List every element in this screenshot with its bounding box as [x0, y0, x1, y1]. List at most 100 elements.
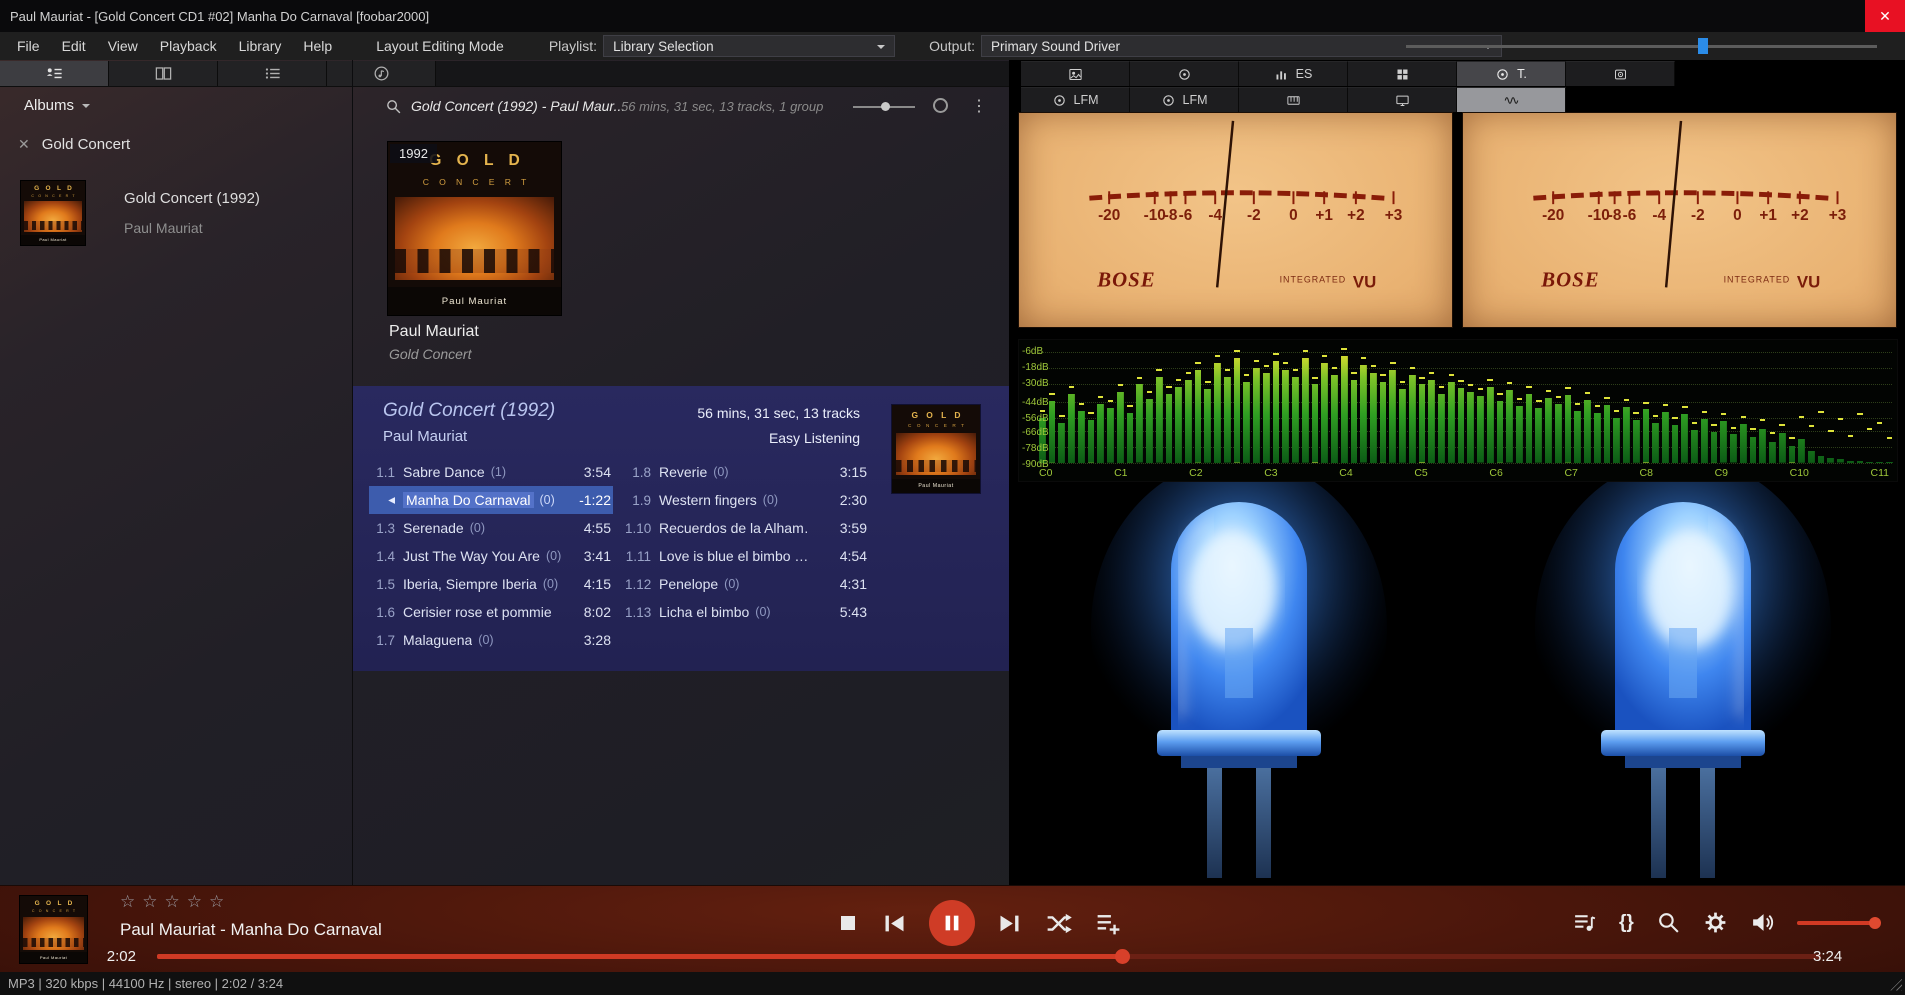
rating-star-2[interactable]: ☆ [142, 892, 164, 911]
search-button[interactable] [1656, 910, 1681, 935]
volume-slider[interactable] [1796, 916, 1881, 929]
track-row[interactable]: 1.13 Licha el bimbo (0) 5:43 [625, 598, 869, 626]
window-title: Paul Mauriat - [Gold Concert CD1 #02] Ma… [10, 8, 430, 24]
albums-view-label: Albums [24, 97, 75, 114]
menu-slider-handle[interactable] [1698, 38, 1709, 54]
settings-gear-icon[interactable] [1703, 910, 1728, 935]
track-row-playing[interactable]: ◂ Manha Do Carnaval (0) -1:22 [369, 486, 613, 514]
overflow-menu-icon[interactable]: ⋮ [971, 96, 987, 116]
spectrum-column [1243, 344, 1251, 463]
menu-item-library[interactable]: Library [228, 32, 293, 60]
spectrum-column [1681, 344, 1689, 463]
menu-item-edit[interactable]: Edit [51, 32, 97, 60]
menu-item-file[interactable]: File [6, 32, 51, 60]
foobar2000-window: Paul Mauriat - [Gold Concert CD1 #02] Ma… [0, 0, 1905, 995]
rating-star-3[interactable]: ☆ [165, 892, 187, 911]
track-row[interactable]: 1.8 Reverie (0) 3:15 [625, 458, 869, 486]
menu-bar: File Edit View Playback Library Help Layout E… [0, 32, 1905, 60]
track-row[interactable]: 1.5 Iberia, Siempre Iberia (0) 4:15 [369, 570, 613, 598]
search-icon[interactable] [385, 98, 402, 115]
rating-star-5[interactable]: ☆ [209, 892, 231, 911]
viz-tab-wave-4[interactable] [1457, 87, 1566, 112]
close-button[interactable]: ✕ [1865, 0, 1905, 32]
pause-button[interactable] [929, 900, 975, 946]
playback-queue-button[interactable] [1572, 910, 1597, 935]
menu-item-view[interactable]: View [97, 32, 149, 60]
viz-tab-disc-1[interactable] [1130, 61, 1239, 86]
thumbnail-zoom-handle[interactable] [880, 102, 890, 111]
rating-stars: ☆☆☆☆☆ [120, 892, 231, 912]
viz-tab-lfm-1[interactable]: LFM [1130, 87, 1239, 112]
viz-tab-label: LFM [1182, 93, 1208, 107]
svg-text:-8: -8 [1608, 207, 1622, 224]
track-list-column-1: 1.1 Sabre Dance (1) 3:54 ◂ Manha Do Carnaval (… [369, 458, 613, 654]
playlist-dropdown[interactable]: Library Selection [603, 35, 896, 57]
svg-text:-2: -2 [1247, 207, 1261, 224]
svg-text:+1: +1 [1759, 207, 1777, 224]
track-row[interactable]: 1.9 Western fingers (0) 2:30 [625, 486, 869, 514]
albums-view-selector[interactable]: Albums [24, 97, 91, 114]
db-label: -66dB [1022, 426, 1049, 438]
previous-button[interactable] [881, 910, 908, 937]
viz-tab-lfm-0[interactable]: LFM [1021, 87, 1130, 112]
console-button[interactable]: {} [1619, 912, 1634, 934]
album-list-item[interactable]: G O L D C O N C E R T Paul Mauriat Gold … [14, 178, 344, 258]
spectrum-column [1438, 344, 1445, 463]
album-detail-panel: Gold Concert (1992) 56 mins, 31 sec, 13 … [353, 386, 1010, 671]
spectrum-column [1515, 344, 1523, 463]
spectrum-column [1778, 344, 1786, 463]
note-label: C5 [1414, 467, 1428, 479]
seek-knob[interactable] [1115, 949, 1131, 964]
viz-tab-keys-2[interactable] [1239, 87, 1348, 112]
track-duration: 8:02 [583, 604, 611, 620]
resize-grip[interactable] [1888, 976, 1902, 991]
track-row[interactable]: 1.3 Serenade (0) 4:55 [369, 514, 613, 542]
spectrum-column [1759, 344, 1767, 463]
volume-icon[interactable] [1750, 910, 1775, 935]
svg-text:-20: -20 [1098, 207, 1120, 224]
track-row[interactable]: 1.10 Recuerdos de la Alham… 3:59 [625, 514, 869, 542]
track-row[interactable]: 1.7 Malaguena (0) 3:28 [369, 626, 613, 654]
svg-text:-2: -2 [1691, 207, 1705, 224]
add-to-playlist-button[interactable] [1094, 909, 1123, 938]
volume-knob[interactable] [1868, 916, 1881, 929]
track-row[interactable]: 1.12 Penelope (0) 4:31 [625, 570, 869, 598]
track-duration: 3:28 [583, 632, 611, 648]
viz-tab-t-4[interactable]: T. [1457, 61, 1566, 86]
spectrum-column [1496, 344, 1504, 463]
viz-tab-barrel-5[interactable] [1566, 61, 1675, 86]
menu-item-help[interactable]: Help [292, 32, 343, 60]
seek-bar[interactable] [157, 949, 1821, 964]
track-number: 1.7 [376, 632, 395, 648]
card-artist: Paul Mauriat [389, 323, 479, 340]
viz-tab-grid-3[interactable] [1348, 61, 1457, 86]
album-grid-item[interactable]: 1992 G O L D C O N C E R T Paul Mauriat [387, 141, 562, 316]
shuffle-button[interactable] [1044, 909, 1073, 938]
rating-star-1[interactable]: ☆ [120, 892, 142, 911]
clear-filter-icon[interactable]: ✕ [18, 136, 30, 153]
spectrum-column [1253, 344, 1260, 463]
track-row[interactable]: 1.4 Just The Way You Are (0) 3:41 [369, 542, 613, 570]
menu-slider[interactable] [1406, 38, 1877, 54]
viz-tab-person-image-0[interactable] [1021, 61, 1130, 86]
menu-item-layout-editing-mode[interactable]: Layout Editing Mode [365, 32, 515, 60]
next-button[interactable] [996, 910, 1023, 937]
viz-tab-es-2[interactable]: ES [1239, 61, 1348, 86]
album-art: G O L D C O N C E R T Paul Mauriat [388, 142, 561, 315]
track-row[interactable]: 1.1 Sabre Dance (1) 3:54 [369, 458, 613, 486]
menu-item-playback[interactable]: Playback [149, 32, 228, 60]
svg-text:+2: +2 [1347, 207, 1365, 224]
play-count: (0) [542, 577, 559, 591]
viz-tab-display-3[interactable] [1348, 87, 1457, 112]
track-row[interactable]: 1.11 Love is blue el bimbo … 4:54 [625, 542, 869, 570]
circle-button[interactable] [933, 98, 948, 113]
track-row[interactable]: 1.6 Cerisier rose et pommie… 8:02 [369, 598, 613, 626]
spectrum-column [1671, 344, 1679, 463]
card-album: Gold Concert [389, 346, 472, 362]
chevron-down-icon [877, 44, 886, 53]
spectrum-column [1272, 344, 1280, 463]
spectrum-column [1613, 344, 1621, 463]
rating-star-4[interactable]: ☆ [187, 892, 209, 911]
stop-button[interactable] [836, 911, 860, 935]
thumbnail-zoom-slider[interactable] [853, 102, 915, 111]
